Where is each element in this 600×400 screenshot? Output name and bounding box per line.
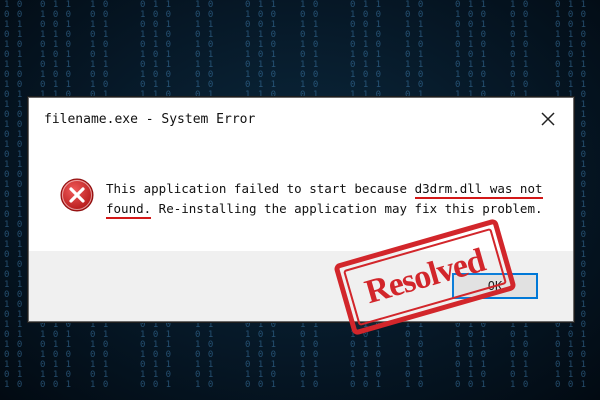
message-text-end: Re-installing the application may fix th… [151,201,543,216]
close-icon[interactable] [537,108,559,130]
binary-column: 0 1 1 0 0 0 1 1 0 1 1 0 0 1 1 1 0 0 1 0 … [4,0,24,390]
error-x-icon [59,177,95,213]
stamp-text: Resolved [360,241,489,312]
message-text: This application failed to start because [106,181,415,196]
message-highlight-found: found. [106,201,152,219]
message-highlight-dll: d3drm.dll was not [414,181,543,199]
dialog-titlebar: filename.exe - System Error [29,98,573,142]
dialog-title: filename.exe - System Error [44,112,256,127]
error-message: This application failed to start because… [106,179,556,219]
